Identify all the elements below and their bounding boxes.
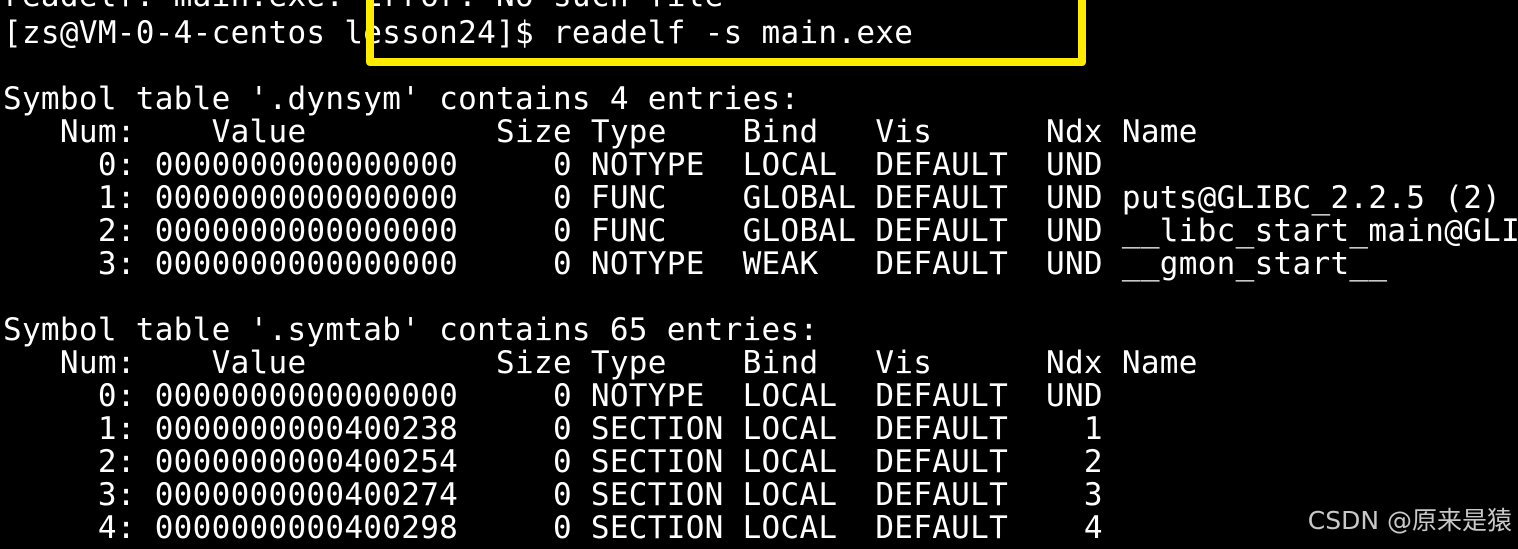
symtab-row: 1: 0000000000400238 0 SECTION LOCAL DEFA…: [3, 411, 1122, 447]
symtab-row: 2: 0000000000400254 0 SECTION LOCAL DEFA…: [3, 444, 1122, 480]
dynsym-row: 1: 0000000000000000 0 FUNC GLOBAL DEFAUL…: [3, 180, 1502, 216]
watermark-text: CSDN @原来是猿: [1307, 506, 1512, 535]
dynsym-column-headers: Num: Value Size Type Bind Vis Ndx Name: [3, 114, 1198, 150]
symtab-table-heading: Symbol table '.symtab' contains 65 entri…: [3, 312, 819, 348]
command-highlight-box: [366, 0, 1086, 66]
dynsym-table-heading: Symbol table '.dynsym' contains 4 entrie…: [3, 81, 800, 117]
dynsym-row: 2: 0000000000000000 0 FUNC GLOBAL DEFAUL…: [97, 213, 1518, 249]
dynsym-row: 3: 0000000000000000 0 NOTYPE WEAK DEFAUL…: [3, 246, 1388, 282]
symtab-row: 4: 0000000000400298 0 SECTION LOCAL DEFA…: [3, 510, 1122, 546]
dynsym-row: 0: 0000000000000000 0 NOTYPE LOCAL DEFAU…: [3, 147, 1122, 183]
symtab-row: 3: 0000000000400274 0 SECTION LOCAL DEFA…: [3, 477, 1122, 513]
symtab-row: 0: 0000000000000000 0 NOTYPE LOCAL DEFAU…: [3, 378, 1122, 414]
terminal-window[interactable]: readelf: main.exe: Error: No such file […: [0, 0, 1518, 549]
symtab-column-headers: Num: Value Size Type Bind Vis Ndx Name: [3, 345, 1198, 381]
